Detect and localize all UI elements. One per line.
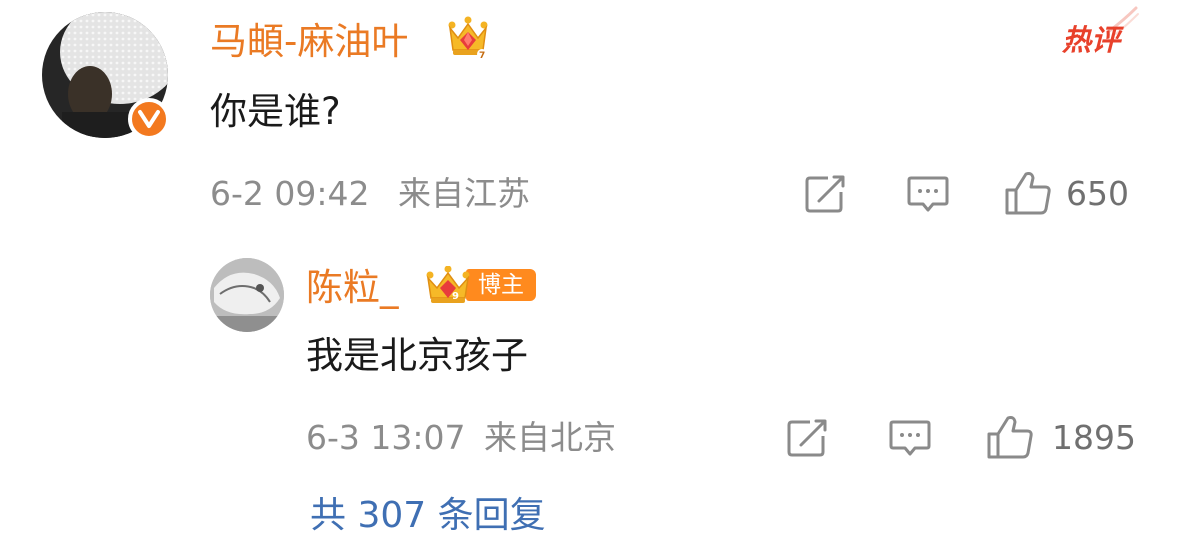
reply-location: 来自北京 [484,418,616,457]
comment-time: 6-2 09:42 [210,174,370,213]
thumbs-up-icon[interactable] [986,414,1034,460]
verified-v-icon [138,110,160,128]
hot-comment-label: 热评 [1062,23,1121,57]
replier-username[interactable]: 陈粒_ [306,266,399,310]
reply-time: 6-3 13:07 [306,418,466,457]
avatar-replier[interactable] [210,258,284,332]
repost-icon[interactable] [786,418,830,458]
comment-text: 你是谁? [210,90,341,133]
verified-badge [128,98,170,140]
commenter-username[interactable]: 马頔-麻油叶 [210,20,408,64]
svg-text:7: 7 [479,51,485,60]
crown-icon: 9 [426,266,470,303]
repost-icon[interactable] [804,174,848,214]
comment-like-count: 650 [1066,174,1129,213]
crown-icon: 7 [446,16,490,61]
comment-icon[interactable] [906,174,950,216]
blogger-badge: 博主 9 [424,266,536,306]
thumbs-up-icon[interactable] [1004,170,1052,216]
svg-text:9: 9 [452,291,459,302]
comment-location: 来自江苏 [398,174,530,213]
blogger-badge-label: 博主 [466,269,536,301]
reply-like-count: 1895 [1052,418,1136,457]
comment-icon[interactable] [888,418,932,460]
hot-comment-tag: 热评 [1060,6,1140,66]
reply-text: 我是北京孩子 [306,334,528,377]
avatar-replier-image [210,258,284,332]
more-replies-link[interactable]: 共 307 条回复 [310,494,546,538]
